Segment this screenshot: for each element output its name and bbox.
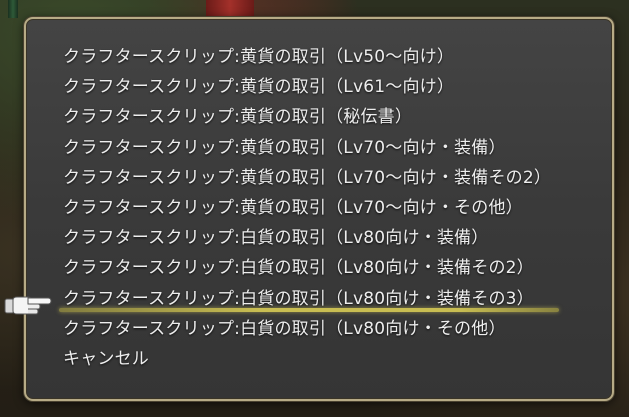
menu-item-white-lv80-other[interactable]: クラフタースクリップ:白貨の取引（Lv80向け・その他） bbox=[63, 314, 551, 344]
menu-item-white-lv80-gear-3[interactable]: クラフタースクリップ:白貨の取引（Lv80向け・装備その3） bbox=[58, 284, 560, 314]
menu-item-cancel[interactable]: キャンセル bbox=[63, 344, 551, 374]
menu-item-yellow-lv70-gear-2[interactable]: クラフタースクリップ:黄貨の取引（Lv70～向け・装備その2） bbox=[63, 163, 551, 193]
menu-item-yellow-lv70-gear[interactable]: クラフタースクリップ:黄貨の取引（Lv70～向け・装備） bbox=[63, 133, 551, 163]
menu-item-yellow-secret-book[interactable]: クラフタースクリップ:黄貨の取引（秘伝書） bbox=[63, 102, 551, 132]
menu-list: クラフタースクリップ:黄貨の取引（Lv50～向け） クラフタースクリップ:黄貨の… bbox=[58, 42, 560, 374]
menu-item-white-lv80-gear[interactable]: クラフタースクリップ:白貨の取引（Lv80向け・装備） bbox=[63, 223, 551, 253]
scene-decoration bbox=[8, 0, 18, 18]
menu-item-yellow-lv61[interactable]: クラフタースクリップ:黄貨の取引（Lv61～向け） bbox=[63, 72, 551, 102]
pointing-hand-icon bbox=[4, 296, 52, 315]
menu-item-white-lv80-gear-2[interactable]: クラフタースクリップ:白貨の取引（Lv80向け・装備その2） bbox=[63, 253, 551, 283]
menu-item-yellow-lv50[interactable]: クラフタースクリップ:黄貨の取引（Lv50～向け） bbox=[63, 42, 551, 72]
scene-decoration bbox=[206, 0, 254, 16]
selection-menu-window: クラフタースクリップ:黄貨の取引（Lv50～向け） クラフタースクリップ:黄貨の… bbox=[24, 17, 614, 401]
menu-item-yellow-lv70-other[interactable]: クラフタースクリップ:黄貨の取引（Lv70～向け・その他） bbox=[63, 193, 551, 223]
